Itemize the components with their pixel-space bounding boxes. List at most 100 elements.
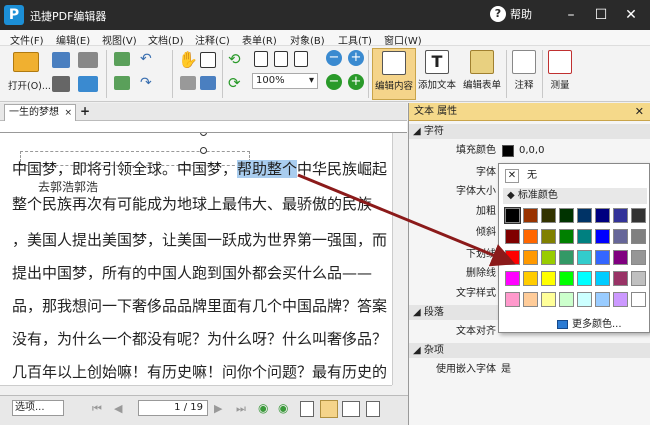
color-swatch[interactable] xyxy=(559,250,574,265)
help-button[interactable]: ? 帮助 xyxy=(490,6,532,22)
edit-content-button[interactable]: 编辑内容 xyxy=(372,48,416,100)
color-swatch[interactable] xyxy=(541,208,556,223)
color-swatch[interactable] xyxy=(577,250,592,265)
close-window-button[interactable]: ✕ xyxy=(620,4,642,26)
color-swatch[interactable] xyxy=(523,208,538,223)
color-swatch[interactable] xyxy=(613,271,628,286)
no-color-option[interactable]: ✕ 无 xyxy=(505,168,537,184)
document-tab[interactable]: 一生的梦想 × xyxy=(4,104,76,121)
color-swatch[interactable] xyxy=(595,208,610,223)
fit-page-icon[interactable] xyxy=(274,51,288,67)
options-select[interactable]: 选项... xyxy=(12,400,64,416)
color-swatch[interactable] xyxy=(631,292,646,307)
section-characters[interactable]: ◢ 字符 xyxy=(409,124,650,139)
document-page[interactable]: 中国梦，即将引领全球。中国梦，帮助整个中华民族崛起 整个民族再次有可能成为地球上… xyxy=(0,133,392,385)
color-swatch[interactable] xyxy=(559,292,574,307)
menu-file[interactable]: 文件(F) xyxy=(10,32,44,47)
redo-icon[interactable]: ↷ xyxy=(140,75,152,91)
panel-close-icon[interactable]: ✕ xyxy=(635,105,644,118)
add-tab-button[interactable]: + xyxy=(80,104,90,118)
color-swatch[interactable] xyxy=(559,229,574,244)
zoom-select[interactable]: 100% ▾ xyxy=(252,73,318,89)
horizontal-scrollbar[interactable] xyxy=(0,385,392,395)
color-swatch[interactable] xyxy=(631,208,646,223)
rotate-cw-icon[interactable]: ⟳ xyxy=(228,74,241,92)
first-page-icon[interactable]: ⏮ xyxy=(92,402,102,416)
color-swatch[interactable] xyxy=(577,229,592,244)
save-icon[interactable] xyxy=(52,52,70,68)
color-swatch[interactable] xyxy=(613,208,628,223)
zoom-out-icon[interactable]: − xyxy=(326,50,342,66)
last-page-icon[interactable]: ⏭ xyxy=(236,402,246,416)
color-swatch[interactable] xyxy=(505,292,520,307)
color-swatch[interactable] xyxy=(577,292,592,307)
color-swatch[interactable] xyxy=(577,271,592,286)
import-icon[interactable] xyxy=(114,52,130,66)
annotate-button[interactable]: 注释 xyxy=(510,48,538,100)
next-page-icon[interactable]: ▶ xyxy=(214,402,222,415)
zoom-in-icon[interactable]: + xyxy=(348,50,364,66)
email-icon[interactable] xyxy=(78,76,98,92)
fit-width-icon[interactable] xyxy=(294,51,308,67)
menu-edit[interactable]: 编辑(E) xyxy=(56,32,90,47)
print-icon[interactable] xyxy=(78,52,98,68)
page-number-field[interactable]: 1 / 19 xyxy=(138,400,208,416)
export-icon[interactable] xyxy=(114,76,130,90)
color-swatch[interactable] xyxy=(595,229,610,244)
color-swatch[interactable] xyxy=(559,208,574,223)
zoom-reset-icon[interactable]: − xyxy=(326,74,342,90)
forward-icon[interactable]: ◉ xyxy=(278,401,288,415)
measure-button[interactable]: 测量 xyxy=(546,48,574,100)
color-swatch[interactable] xyxy=(523,292,538,307)
two-page-continuous-icon[interactable] xyxy=(366,401,380,417)
color-swatch[interactable] xyxy=(541,292,556,307)
maximize-button[interactable]: ☐ xyxy=(590,4,612,26)
color-swatch[interactable] xyxy=(595,250,610,265)
color-swatch[interactable] xyxy=(541,271,556,286)
color-swatch[interactable] xyxy=(631,229,646,244)
open-button[interactable]: 打开(O)... xyxy=(8,50,51,96)
color-swatch[interactable] xyxy=(523,271,538,286)
snapshot-icon[interactable] xyxy=(180,76,196,90)
rotate-handle[interactable] xyxy=(200,133,207,136)
rotate-ccw-icon[interactable]: ⟲ xyxy=(228,50,241,68)
back-icon[interactable]: ◉ xyxy=(258,401,268,415)
continuous-page-icon[interactable] xyxy=(320,400,338,418)
color-swatch[interactable] xyxy=(523,250,538,265)
menu-object[interactable]: 对象(B) xyxy=(290,32,325,47)
color-swatch[interactable] xyxy=(631,250,646,265)
two-page-icon[interactable] xyxy=(342,401,360,417)
color-swatch[interactable] xyxy=(505,271,520,286)
single-page-icon[interactable] xyxy=(300,401,314,417)
zoom-plus-icon[interactable]: + xyxy=(348,74,364,90)
color-swatch[interactable] xyxy=(504,207,521,224)
color-swatch[interactable] xyxy=(613,250,628,265)
menu-form[interactable]: 表单(R) xyxy=(242,32,277,47)
actual-size-icon[interactable] xyxy=(254,51,268,67)
color-swatch[interactable] xyxy=(577,208,592,223)
color-swatch[interactable] xyxy=(541,250,556,265)
edit-form-button[interactable]: 编辑表单 xyxy=(460,48,504,100)
more-colors-button[interactable]: 更多颜色... xyxy=(557,315,622,330)
prev-page-icon[interactable]: ◀ xyxy=(114,402,122,415)
color-swatch[interactable] xyxy=(523,229,538,244)
row-fill-color[interactable]: 填充颜色 0,0,0 xyxy=(409,142,650,160)
vertical-scrollbar[interactable] xyxy=(392,133,407,385)
select-text-icon[interactable] xyxy=(200,52,216,68)
resize-handle[interactable] xyxy=(200,147,207,154)
scan-icon[interactable] xyxy=(52,76,70,92)
menu-tools[interactable]: 工具(T) xyxy=(338,32,372,47)
row-embed-font[interactable]: 使用嵌入字体 是 xyxy=(409,361,650,379)
color-swatch[interactable] xyxy=(595,292,610,307)
menu-comment[interactable]: 注释(C) xyxy=(195,32,230,47)
color-swatch[interactable] xyxy=(595,271,610,286)
color-swatch[interactable] xyxy=(613,229,628,244)
close-tab-icon[interactable]: × xyxy=(64,105,72,121)
fill-color-swatch[interactable] xyxy=(502,145,514,157)
undo-icon[interactable]: ↶ xyxy=(140,51,152,67)
hand-tool-icon[interactable]: ✋ xyxy=(178,50,198,69)
color-swatch[interactable] xyxy=(505,229,520,244)
menu-window[interactable]: 窗口(W) xyxy=(384,32,422,47)
menu-view[interactable]: 视图(V) xyxy=(102,32,137,47)
color-swatch[interactable] xyxy=(541,229,556,244)
